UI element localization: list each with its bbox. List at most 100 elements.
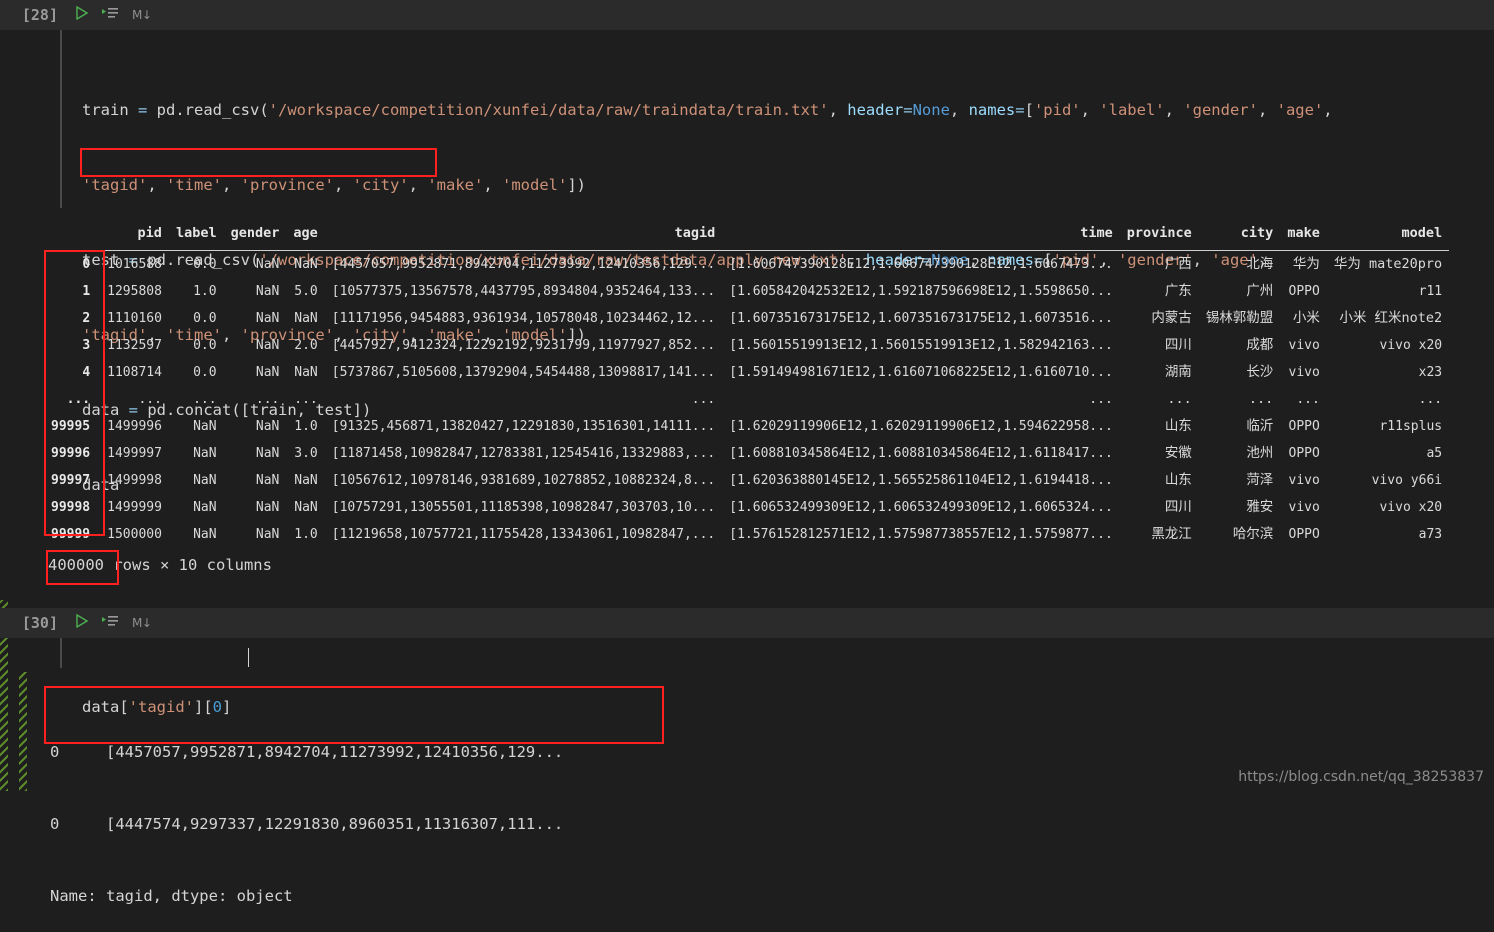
cell-time: [1.606532499309E12,1.606532499309E12,1.6… [729, 500, 1113, 515]
series-output-line: 0 [4447574,9297337,12291830,8960351,1131… [50, 815, 564, 833]
row-index: 3 [82, 338, 91, 353]
cell-gender: NaN [255, 473, 280, 488]
cell-city: 锡林郭勒盟 [1205, 310, 1274, 326]
cell-age: 5.0 [294, 284, 318, 299]
code-token: 'make' [427, 176, 484, 194]
code-token: train [82, 101, 138, 119]
cell-pid: 1500000 [107, 527, 162, 542]
code-token: = [138, 101, 157, 119]
cell-age: 1.0 [294, 527, 318, 542]
cell-model: vivo x20 [1379, 500, 1443, 515]
markdown-icon[interactable]: M↓ [132, 616, 152, 630]
row-index: 99998 [51, 500, 91, 515]
cell-make: vivo [1288, 338, 1320, 353]
cell-model: r11splus [1379, 419, 1443, 434]
cell-gender: NaN [255, 257, 280, 272]
cell-city: 北海 [1246, 256, 1274, 272]
row-index: 2 [82, 311, 91, 326]
cell-make: vivo [1288, 473, 1320, 488]
cell-pid: 1108714 [107, 365, 162, 380]
code-token: , [483, 176, 503, 194]
cell-label: 0.0 [193, 257, 217, 272]
cell-pid: 1110160 [107, 311, 162, 326]
cell-pid: 1499999 [107, 500, 162, 515]
cell-model: x23 [1418, 365, 1443, 380]
cell-toolbar-30: [30] M↓ [0, 608, 1494, 638]
cell-label: ... [193, 392, 217, 407]
table-row: 2 1110160 0.0 NaN NaN [11171956,9454883,93619… [44, 305, 1449, 332]
cell-make: 小米 [1292, 310, 1320, 326]
row-index: 99996 [51, 446, 91, 461]
table-row: 3 1132597 0.0 NaN 2.0 [4457927,9412324,122921… [44, 332, 1449, 359]
cell-gender: NaN [255, 500, 280, 515]
cell-tagid: [4457057,9952871,8942704,11273992,124103… [331, 257, 716, 272]
cell-pid: 1499997 [107, 446, 162, 461]
cell-gender: NaN [255, 338, 280, 353]
row-index: ... [66, 392, 91, 407]
cell-tagid: ... [691, 392, 716, 407]
code-token: , [949, 101, 969, 119]
cell-make: OPPO [1288, 446, 1320, 461]
cell-model: vivo y66i [1371, 473, 1443, 488]
code-token: , [1080, 101, 1100, 119]
row-index: 4 [82, 365, 91, 380]
cell-age: NaN [294, 365, 318, 380]
code-token: , [1323, 101, 1333, 119]
cell-time: [1.608810345864E12,1.608810345864E12,1.6… [729, 446, 1113, 461]
col-head-tagid: tagid [674, 225, 716, 241]
dataframe-header: pid label gender age tagid time province… [44, 225, 1450, 251]
series-output-30: 0 [4457057,9952871,8942704,11273992,1241… [50, 692, 563, 932]
run-all-icon[interactable] [102, 6, 118, 24]
play-icon[interactable] [76, 613, 89, 632]
cell-toolbar-28: [28] M↓ [0, 0, 1494, 30]
col-head-index [44, 226, 100, 251]
cell-model: 华为 mate20pro [1333, 256, 1443, 272]
cell-tagid: [11219658,10757721,11755428,13343061,109… [331, 527, 716, 542]
code-token: , [222, 176, 241, 194]
code-token: 'province' [240, 176, 334, 194]
cell-label: NaN [193, 446, 217, 461]
cell-province: ... [1167, 391, 1192, 407]
cell-label: NaN [193, 419, 217, 434]
cell-model: r11 [1418, 284, 1443, 299]
code-token: , [408, 176, 428, 194]
cell-time: [1.607351673175E12,1.607351673175E12,1.6… [729, 311, 1113, 326]
table-row: 99998 1499999 NaN NaN NaN [10757291,13055501,… [44, 494, 1449, 521]
cell-pid: 1132597 [107, 338, 162, 353]
execution-count-30: [30] [21, 614, 58, 632]
code-token: 'time' [166, 176, 222, 194]
cell-province: 湖南 [1164, 364, 1192, 380]
markdown-icon[interactable]: M↓ [132, 8, 152, 22]
cell-city: 临沂 [1246, 418, 1274, 434]
cell-28-left-bar [60, 30, 62, 208]
run-all-icon[interactable] [102, 614, 118, 632]
cell-time: [1.620363880145E12,1.565525861104E12,1.6… [729, 473, 1113, 488]
cell-tagid: [4457927,9412324,12292192,9231799,119779… [331, 338, 716, 353]
row-index: 99999 [51, 527, 91, 542]
col-head-time: time [1080, 225, 1113, 241]
cell-pid: 1499996 [107, 419, 162, 434]
cell-time: [1.56015519913E12,1.56015519913E12,1.582… [729, 338, 1113, 353]
cell-age: NaN [294, 257, 318, 272]
cell-gender: NaN [255, 446, 280, 461]
code-token: = [1015, 101, 1025, 119]
code-token: = [903, 101, 913, 119]
execution-count-28: [28] [21, 6, 58, 24]
cell-30-left-bar [60, 638, 62, 668]
cell-gender: NaN [255, 365, 280, 380]
code-token: 'label' [1099, 101, 1165, 119]
play-icon[interactable] [76, 5, 89, 24]
code-token: , [828, 101, 848, 119]
cell-model: a5 [1426, 446, 1443, 461]
code-line: train = pd.read_csv('/workspace/competit… [82, 98, 1494, 123]
cell-age: ... [294, 392, 318, 407]
cell-city: 成都 [1246, 337, 1274, 353]
cell-age: 1.0 [294, 419, 318, 434]
dataframe-row-count: 400000 [48, 556, 104, 574]
col-head-age: age [293, 225, 318, 241]
cell-gender: NaN [255, 419, 280, 434]
dataframe-header-row: pid label gender age tagid time province… [44, 225, 1450, 251]
code-token: [ [1024, 101, 1034, 119]
cell-label: NaN [193, 500, 217, 515]
cell-model: a73 [1418, 527, 1443, 542]
